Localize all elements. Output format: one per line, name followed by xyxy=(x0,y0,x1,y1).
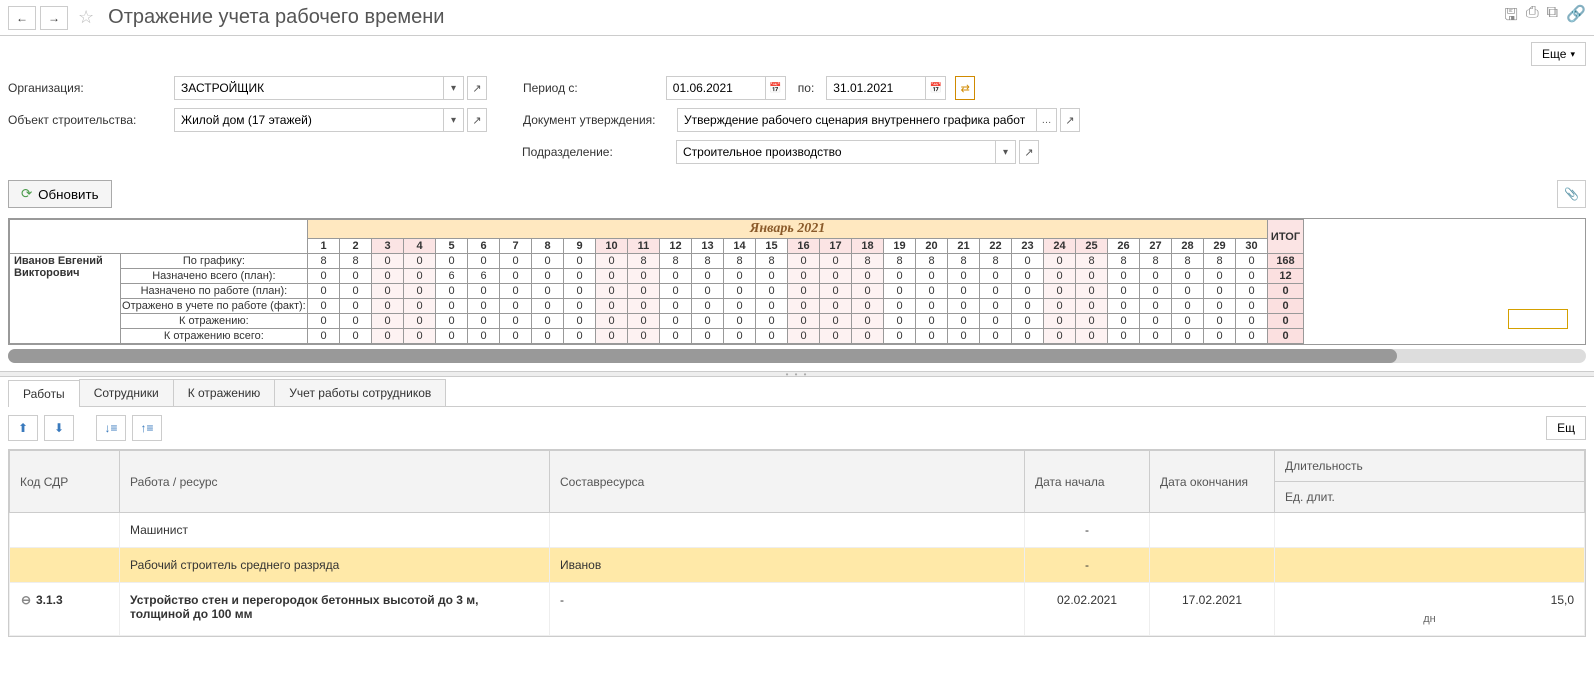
timesheet-row: Отражено в учете по работе (факт):000000… xyxy=(10,299,1304,314)
sort-asc-button[interactable]: ↓≡ xyxy=(96,415,126,441)
timesheet-row: К отражению всего:0000000000000000000000… xyxy=(10,329,1304,344)
more-button-2[interactable]: Ещ xyxy=(1546,416,1586,440)
timesheet-grid[interactable]: Январь 2021ИТОГ1234567891011121314151617… xyxy=(8,218,1586,345)
col-duration[interactable]: Длительность xyxy=(1275,451,1585,482)
tab-employees[interactable]: Сотрудники xyxy=(79,379,174,406)
bottom-tabs: Работы Сотрудники К отражению Учет работ… xyxy=(8,379,1586,407)
obj-input[interactable] xyxy=(174,108,444,132)
works-table: Код СДР Работа / ресурс Составресурса Да… xyxy=(9,450,1585,636)
timesheet-row: Назначено по работе (план):0000000000000… xyxy=(10,284,1304,299)
nav-forward-button[interactable]: → xyxy=(40,6,68,30)
period-to-calendar-button[interactable]: 📅 xyxy=(926,76,946,100)
attach-button[interactable]: 📎 xyxy=(1557,180,1586,208)
obj-open-button[interactable]: ↗ xyxy=(467,108,487,132)
doc-open-button[interactable]: ↗ xyxy=(1060,108,1080,132)
tab-reflection[interactable]: К отражению xyxy=(173,379,276,406)
nav-back-button[interactable]: ← xyxy=(8,6,36,30)
period-to-label: по: xyxy=(798,81,815,95)
org-dropdown-button[interactable]: ▾ xyxy=(444,76,464,100)
timesheet-row: Назначено всего (план):00006600000000000… xyxy=(10,269,1304,284)
timesheet-row: Иванов ЕвгенийВикторовичПо графику:88000… xyxy=(10,254,1304,269)
link-icon[interactable]: 🔗 xyxy=(1566,4,1586,31)
table-row[interactable]: Машинист- xyxy=(10,513,1585,548)
more-button[interactable]: Еще ▾ xyxy=(1531,42,1586,66)
top-toolbar: ← → ☆ Отражение учета рабочего времени 🖫… xyxy=(0,0,1594,36)
doc-label: Документ утверждения: xyxy=(523,113,671,127)
org-input[interactable] xyxy=(174,76,444,100)
splitter[interactable]: • • • xyxy=(0,371,1594,377)
period-from-calendar-button[interactable]: 📅 xyxy=(766,76,786,100)
doc-input[interactable] xyxy=(677,108,1037,132)
period-swap-button[interactable]: ⇄ xyxy=(955,76,975,100)
col-resource[interactable]: Составресурса xyxy=(550,451,1025,513)
table-row[interactable]: ⊖3.1.3Устройство стен и перегородок бето… xyxy=(10,583,1585,636)
refresh-icon: ⟳ xyxy=(21,186,32,202)
horizontal-scrollbar[interactable] xyxy=(8,349,1586,363)
move-up-button[interactable]: ⬆ xyxy=(8,415,38,441)
sort-desc-button[interactable]: ↑≡ xyxy=(132,415,162,441)
filters-panel: Организация: ▾ ↗ Период с: 📅 по: 📅 ⇄ Объ… xyxy=(0,72,1594,176)
tab-employee-work[interactable]: Учет работы сотрудников xyxy=(274,379,446,406)
move-down-button[interactable]: ⬇ xyxy=(44,415,74,441)
col-date-end[interactable]: Дата окончания xyxy=(1150,451,1275,513)
employee-name: Иванов ЕвгенийВикторович xyxy=(10,254,121,344)
col-date-start[interactable]: Дата начала xyxy=(1025,451,1150,513)
favorite-star-icon[interactable]: ☆ xyxy=(78,7,94,28)
dept-input[interactable] xyxy=(676,140,996,164)
obj-dropdown-button[interactable]: ▾ xyxy=(444,108,464,132)
doc-more-button[interactable]: … xyxy=(1037,108,1057,132)
tab-works[interactable]: Работы xyxy=(8,380,80,407)
timesheet-row: К отражению:0000000000000000000000000000… xyxy=(10,314,1304,329)
table-row[interactable]: Рабочий строитель среднего разрядаИванов… xyxy=(10,548,1585,583)
page-title: Отражение учета рабочего времени xyxy=(108,6,444,29)
dept-dropdown-button[interactable]: ▾ xyxy=(996,140,1016,164)
refresh-button[interactable]: ⟳ Обновить xyxy=(8,180,112,208)
save-icon[interactable]: 🖫 xyxy=(1504,4,1518,31)
col-unit[interactable]: Ед. длит. xyxy=(1275,482,1585,513)
expand-icon[interactable]: ⊖ xyxy=(20,593,32,607)
period-from-input[interactable] xyxy=(666,76,766,100)
period-label: Период с: xyxy=(523,81,578,95)
org-label: Организация: xyxy=(8,81,168,95)
print-icon[interactable]: ⎙ xyxy=(1526,4,1539,31)
org-open-button[interactable]: ↗ xyxy=(467,76,487,100)
obj-label: Объект строительства: xyxy=(8,113,168,127)
col-work[interactable]: Работа / ресурс xyxy=(120,451,550,513)
dept-label: Подразделение: xyxy=(522,145,670,159)
new-window-icon[interactable]: ⧉ xyxy=(1547,4,1558,31)
dept-open-button[interactable]: ↗ xyxy=(1019,140,1039,164)
period-to-input[interactable] xyxy=(826,76,926,100)
col-code[interactable]: Код СДР xyxy=(10,451,120,513)
selection-marker xyxy=(1508,309,1568,329)
